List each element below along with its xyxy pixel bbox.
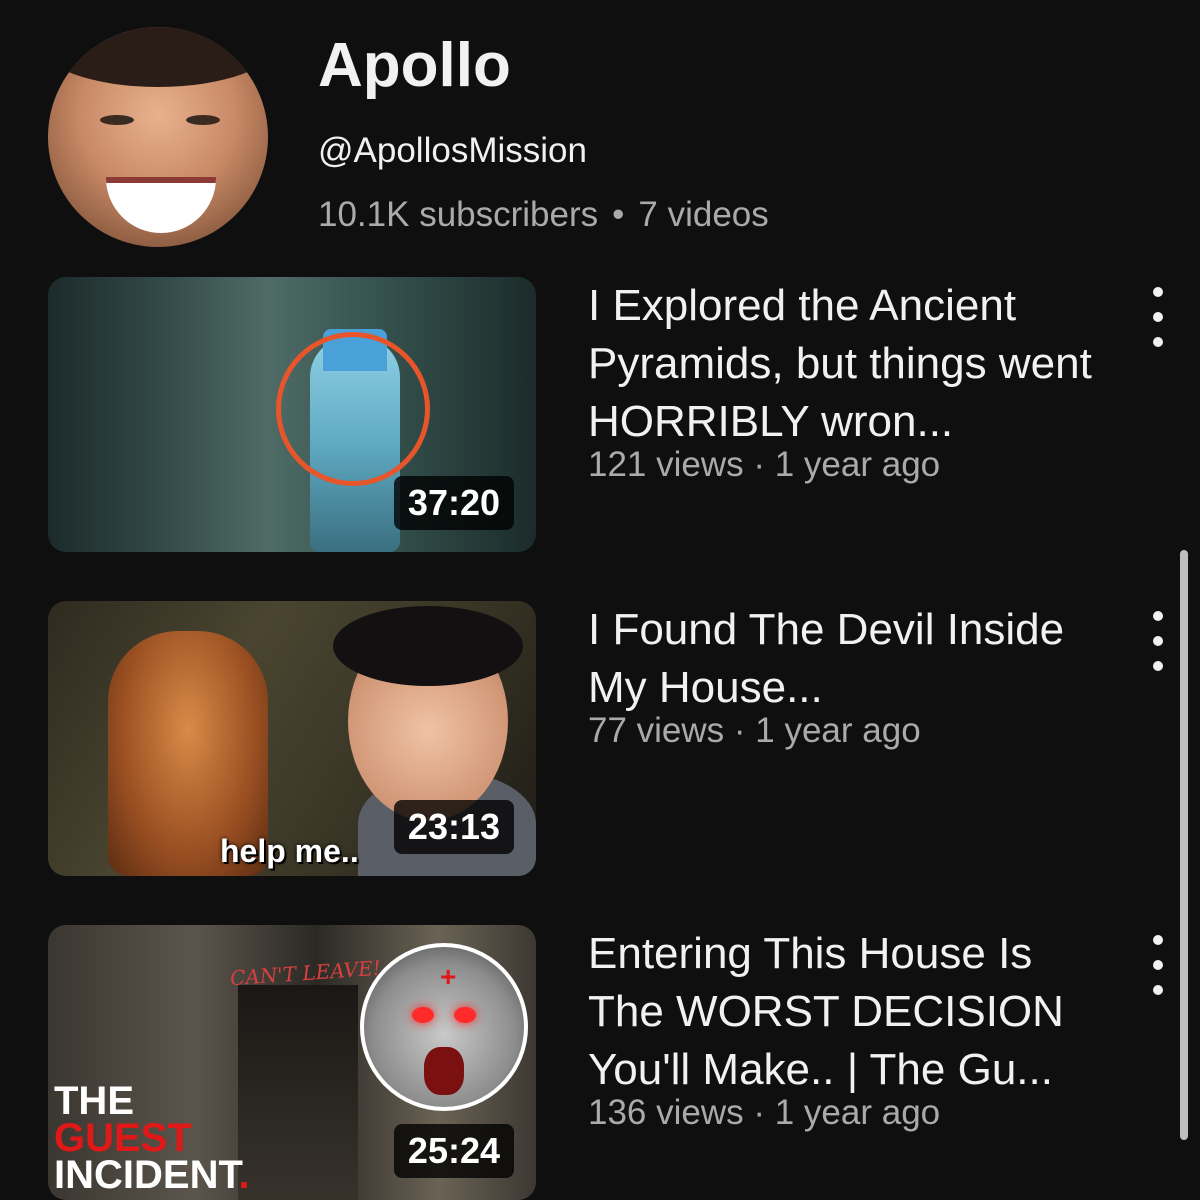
ghost-image: + xyxy=(360,943,528,1111)
channel-handle: @ApollosMission xyxy=(318,131,587,170)
channel-avatar[interactable] xyxy=(48,27,268,247)
more-vertical-icon[interactable] xyxy=(1138,611,1178,671)
video-stats: 121 views · 1 year ago xyxy=(588,445,941,484)
channel-stats: 10.1K subscribers • 7 videos xyxy=(318,195,769,235)
video-count: 7 videos xyxy=(638,195,769,234)
scrollbar[interactable] xyxy=(1180,550,1188,1140)
video-item[interactable]: CAN'T LEAVE! + THE GUEST INCIDENT. 25:24… xyxy=(48,925,1200,1200)
video-duration: 25:24 xyxy=(393,1124,514,1178)
video-title[interactable]: I Explored the Ancient Pyramids, but thi… xyxy=(588,277,1118,451)
video-duration: 23:13 xyxy=(393,800,514,854)
video-item[interactable]: help me.. 23:13 I Found The Devil Inside… xyxy=(48,601,1200,876)
video-duration: 37:20 xyxy=(393,476,514,530)
subscriber-count: 10.1K subscribers xyxy=(318,195,599,234)
video-stats: 77 views · 1 year ago xyxy=(588,711,921,750)
video-title[interactable]: Entering This House Is The WORST DECISIO… xyxy=(588,925,1118,1099)
more-vertical-icon[interactable] xyxy=(1138,287,1178,347)
more-vertical-icon[interactable] xyxy=(1138,935,1178,995)
thumbnail-caption: help me.. xyxy=(220,833,359,869)
video-title[interactable]: I Found The Devil Inside My House... xyxy=(588,601,1118,717)
thumbnail-brand-text: THE GUEST INCIDENT. xyxy=(54,1079,250,1197)
video-thumbnail[interactable]: CAN'T LEAVE! + THE GUEST INCIDENT. 25:24 xyxy=(48,925,536,1200)
video-item[interactable]: 37:20 I Explored the Ancient Pyramids, b… xyxy=(48,277,1200,552)
meta-separator: • xyxy=(612,195,625,234)
video-thumbnail[interactable]: help me.. 23:13 xyxy=(48,601,536,876)
video-thumbnail[interactable]: 37:20 xyxy=(48,277,536,552)
channel-name: Apollo xyxy=(318,31,511,100)
video-stats: 136 views · 1 year ago xyxy=(588,1093,941,1132)
